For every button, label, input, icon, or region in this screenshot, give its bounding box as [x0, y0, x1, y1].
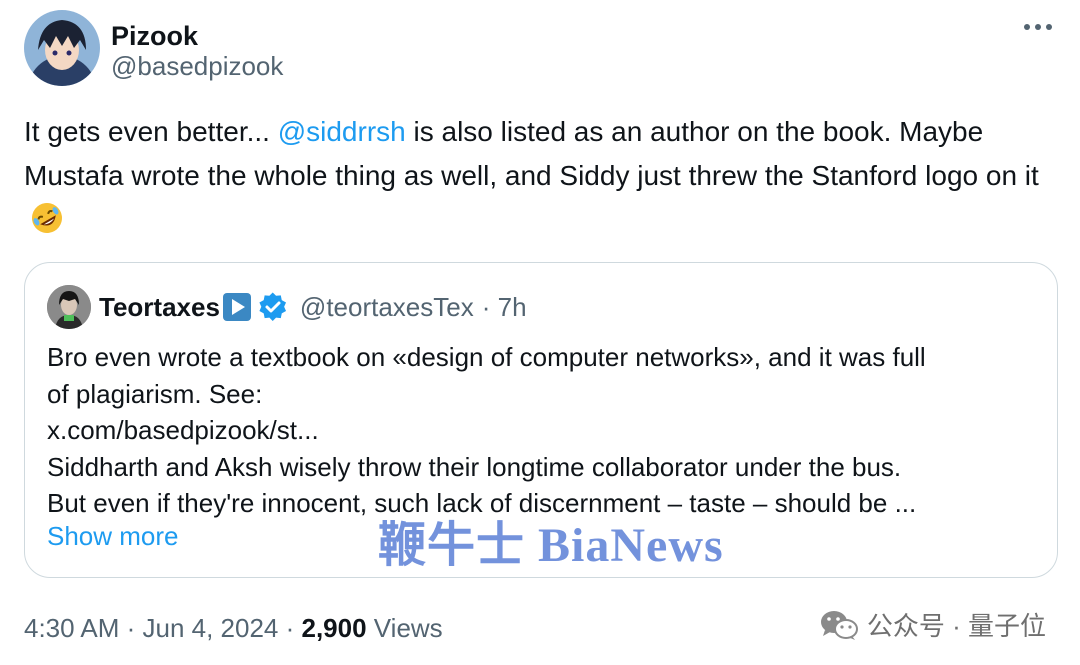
- more-options-icon[interactable]: [1018, 12, 1058, 42]
- author-avatar[interactable]: [24, 10, 100, 86]
- quoted-author-name[interactable]: Teortaxes: [99, 291, 220, 323]
- quoted-author-handle[interactable]: @teortaxesTex: [300, 291, 474, 323]
- quoted-link-line[interactable]: x.com/basedpizook/st...: [47, 412, 1037, 449]
- tweet-timestamp[interactable]: 4:30 AM · Jun 4, 2024 ·: [24, 613, 302, 643]
- wechat-account-label: 公众号 · 量子位: [866, 611, 1046, 641]
- play-button-emoji-icon: [222, 292, 252, 322]
- quoted-line: of plagiarism. See:: [47, 378, 263, 409]
- quoted-author-line: Teortaxes @teortaxesTex · 7h: [99, 291, 527, 323]
- tweet-footer: 4:30 AM · Jun 4, 2024 · 2,900 Views: [24, 612, 443, 644]
- rofl-emoji-icon: [30, 201, 64, 235]
- tweet-text: It gets even better... @siddrrsh is also…: [24, 110, 1054, 242]
- watermark-text: 鞭牛士 BiaNews: [378, 519, 724, 572]
- quoted-author-avatar[interactable]: [47, 285, 91, 329]
- quoted-line: Bro even wrote a textbook on «design of …: [47, 342, 926, 372]
- author-handle[interactable]: @basedpizook: [111, 50, 283, 82]
- tweet-text-before: It gets even better...: [24, 116, 278, 147]
- author-name[interactable]: Pizook: [111, 20, 198, 52]
- tweet-header: Pizook @basedpizook: [22, 10, 1062, 86]
- wechat-source: 公众号 · 量子位: [819, 606, 1046, 643]
- quoted-tweet-time: · 7h: [481, 292, 527, 322]
- mention-link[interactable]: @siddrrsh: [278, 116, 406, 147]
- wechat-icon: [819, 608, 859, 642]
- views-count: 2,900: [301, 613, 367, 643]
- quoted-tweet-text: Bro even wrote a textbook on «design of …: [47, 339, 1037, 522]
- show-more-link[interactable]: Show more: [47, 520, 179, 552]
- quoted-line: Siddharth and Aksh wisely throw their lo…: [47, 451, 902, 482]
- views-label: Views: [366, 613, 443, 643]
- verified-badge-icon: [258, 292, 288, 322]
